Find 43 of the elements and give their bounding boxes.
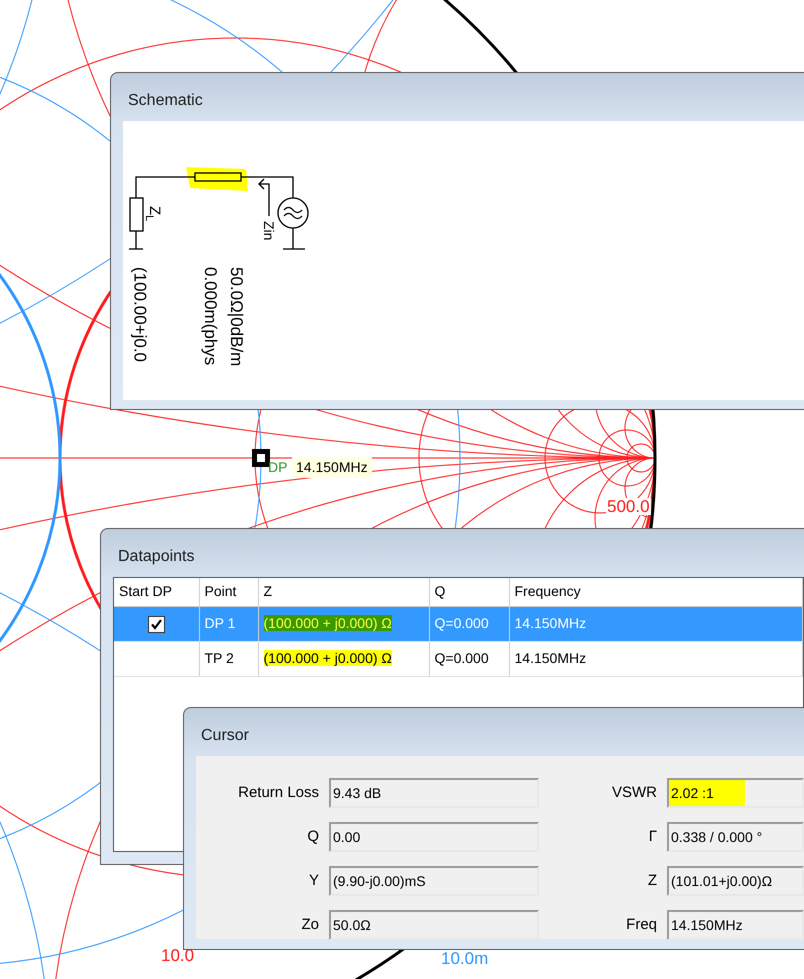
highlighted-value: (100.000 + j0.000) Ω <box>264 615 392 631</box>
field-label: Return Loss <box>237 782 319 803</box>
frequency-tooltip: 14.150MHz <box>292 457 372 478</box>
chart-label: 10.0 <box>160 947 196 964</box>
component-value: (100.00+j0.0 <box>129 267 150 362</box>
table-cell: DP 1 <box>199 606 258 641</box>
component-value: 0.000m(phys <box>200 267 220 366</box>
readout-field: (101.01+j0.00)Ω <box>667 866 804 896</box>
input-label: Zin <box>261 221 277 240</box>
chart-label: 10.0m <box>440 950 490 967</box>
table-cell: 14.150MHz <box>509 606 802 641</box>
field-label: VSWR <box>611 782 657 803</box>
readout-field: 9.43 dB <box>329 778 539 808</box>
readout-field: 0.338 / 0.000 ° <box>667 822 804 852</box>
field-label: Zo <box>300 914 319 935</box>
window-title: Schematic <box>127 91 204 111</box>
window-title: Datapoints <box>117 547 196 567</box>
field-label: Γ <box>648 826 657 847</box>
field-label: Freq <box>625 914 657 935</box>
column-header[interactable]: Point <box>199 578 258 606</box>
table-cell: TP 2 <box>199 641 258 676</box>
component-value: 50.0Ω|0dB/m <box>226 267 246 366</box>
column-header[interactable]: Frequency <box>509 578 802 606</box>
field-label: Y <box>308 870 319 891</box>
point-tag: DP <box>268 460 288 474</box>
column-header[interactable]: Z <box>258 578 429 606</box>
table-cell: Q=0.000 <box>429 606 509 641</box>
cursor-marker-icon[interactable] <box>252 449 270 467</box>
table-cell: Q=0.000 <box>429 641 509 676</box>
column-header[interactable]: Start DP <box>114 578 199 606</box>
readout-field: 0.00 <box>329 822 539 852</box>
table-cell: 14.150MHz <box>509 641 802 676</box>
highlighted-value: (100.000 + j0.000) Ω <box>264 650 392 666</box>
checkbox[interactable] <box>148 616 165 633</box>
window-title: Cursor <box>200 726 250 746</box>
column-header[interactable]: Q <box>429 578 509 606</box>
readout-field: 14.150MHz <box>667 910 804 940</box>
readout-field: 2.02 :1 <box>667 778 804 808</box>
chart-label: 500.0 <box>606 498 651 515</box>
field-label: Q <box>306 826 319 847</box>
readout-field: 50.0Ω <box>329 910 539 940</box>
field-label: Z <box>646 870 657 891</box>
readout-field: (9.90-j0.00)mS <box>329 866 539 896</box>
